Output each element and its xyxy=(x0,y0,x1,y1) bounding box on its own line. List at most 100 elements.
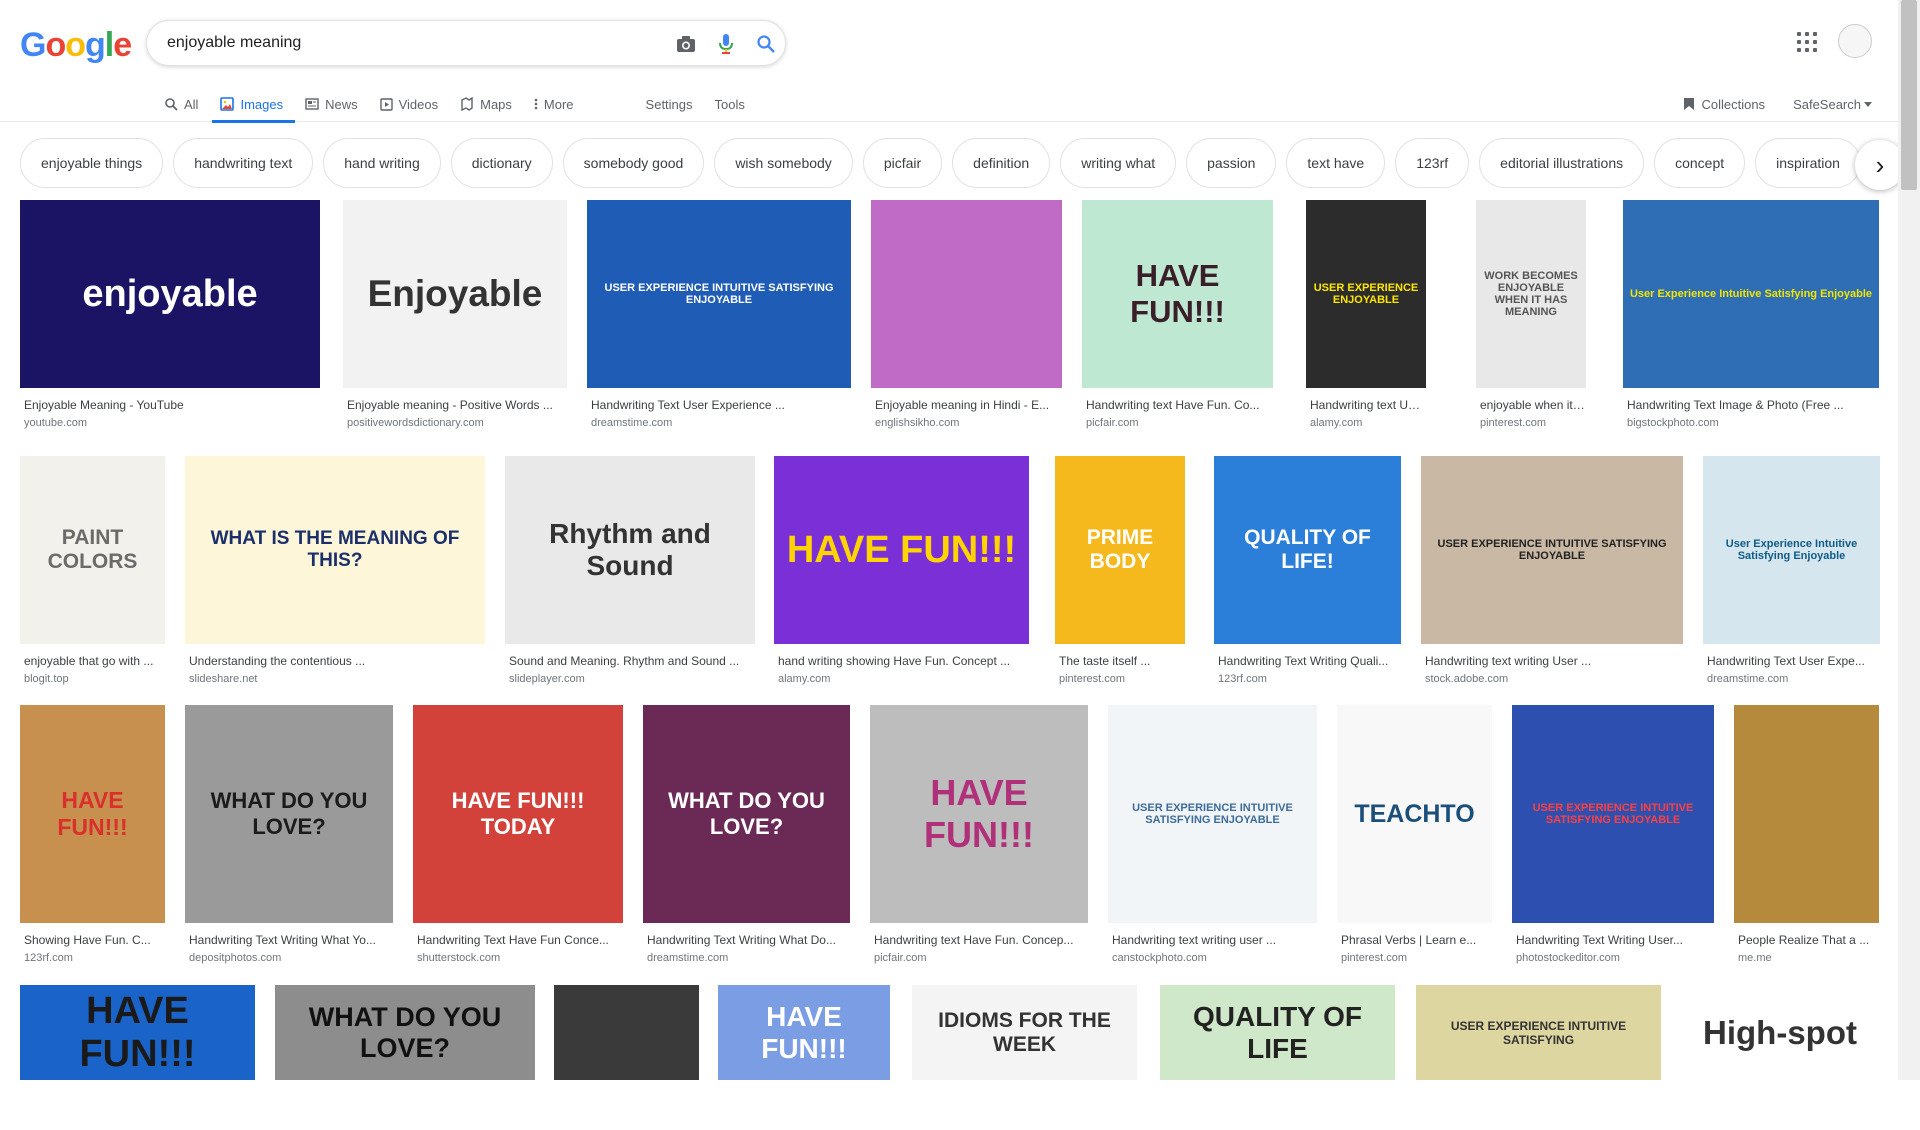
tab-more[interactable]: More xyxy=(534,88,574,120)
result-thumbnail[interactable]: PAINT COLORS xyxy=(20,456,165,644)
result-caption[interactable]: Handwriting Text Writing What Yo... xyxy=(189,933,393,947)
image-result[interactable]: enjoyable Enjoyable Meaning - YouTube yout… xyxy=(20,200,320,438)
result-thumbnail[interactable]: USER EXPERIENCE INTUITIVE SATISFYING ENJ… xyxy=(1108,705,1317,923)
result-thumbnail[interactable]: TEACHTO xyxy=(1337,705,1492,923)
image-result[interactable]: WORK BECOMES ENJOYABLE WHEN IT HAS MEANI… xyxy=(1476,200,1586,438)
result-caption[interactable]: Handwriting Text Writing User... xyxy=(1516,933,1714,947)
image-result[interactable]: People Realize That a ... me.me xyxy=(1734,705,1879,973)
search-input[interactable] xyxy=(167,31,627,55)
result-caption[interactable]: enjoyable that go with ... xyxy=(24,654,165,668)
related-chip[interactable]: text have xyxy=(1286,138,1386,188)
result-caption[interactable]: Understanding the contentious ... xyxy=(189,654,485,668)
result-caption[interactable]: Handwriting text writing User ... xyxy=(1425,654,1683,668)
image-result[interactable]: USER EXPERIENCE INTUITIVE SATISFYING ENJ… xyxy=(1421,456,1683,694)
image-result[interactable]: HAVE FUN!!! Showing Have Fun. C... 123rf.c… xyxy=(20,705,165,973)
result-thumbnail[interactable]: WHAT DO YOU LOVE? xyxy=(185,705,393,923)
result-thumbnail[interactable]: HAVE FUN!!! xyxy=(718,985,890,1080)
result-thumbnail[interactable]: Enjoyable xyxy=(343,200,567,388)
tab-maps[interactable]: Maps xyxy=(460,88,512,120)
related-chip[interactable]: dictionary xyxy=(450,138,553,188)
result-thumbnail[interactable]: WORK BECOMES ENJOYABLE WHEN IT HAS MEANI… xyxy=(1476,200,1586,388)
related-chip[interactable]: hand writing xyxy=(323,138,441,188)
image-result[interactable]: User Experience Intuitive Satisfying Enj… xyxy=(1623,200,1879,438)
safesearch-dropdown[interactable]: SafeSearch xyxy=(1793,97,1872,112)
result-caption[interactable]: Showing Have Fun. C... xyxy=(24,933,165,947)
image-result[interactable]: USER EXPERIENCE INTUITIVE SATISFYING ENJ… xyxy=(1108,705,1317,973)
image-result[interactable]: IDIOMS FOR THE WEEK xyxy=(912,985,1137,1130)
result-thumbnail[interactable]: WHAT DO YOU LOVE? xyxy=(275,985,535,1080)
result-caption[interactable]: Handwriting Text Writing Quali... xyxy=(1218,654,1401,668)
result-thumbnail[interactable]: HAVE FUN!!! xyxy=(1082,200,1273,388)
result-thumbnail[interactable]: User Experience Intuitive Satisfying Enj… xyxy=(1703,456,1880,644)
result-caption[interactable]: Phrasal Verbs | Learn e... xyxy=(1341,933,1492,947)
result-thumbnail[interactable]: User Experience Intuitive Satisfying Enj… xyxy=(1623,200,1879,388)
image-result[interactable]: WHAT IS THE MEANING OF THIS? Understandin… xyxy=(185,456,485,694)
result-thumbnail[interactable]: PRIME BODY xyxy=(1055,456,1185,644)
related-chip[interactable]: passion xyxy=(1186,138,1277,188)
related-chip[interactable]: somebody good xyxy=(562,138,705,188)
result-caption[interactable]: Enjoyable meaning - Positive Words ... xyxy=(347,398,567,412)
result-thumbnail[interactable]: USER EXPERIENCE ENJOYABLE xyxy=(1306,200,1426,388)
image-result[interactable]: PRIME BODY The taste itself ... pinterest.… xyxy=(1055,456,1185,694)
image-result[interactable]: WHAT DO YOU LOVE? Handwriting Text Writin… xyxy=(643,705,850,973)
result-caption[interactable]: Handwriting Text Image & Photo (Free ... xyxy=(1627,398,1879,412)
result-thumbnail[interactable]: HAVE FUN!!! xyxy=(20,985,255,1080)
tools-link[interactable]: Tools xyxy=(715,88,745,120)
account-avatar[interactable] xyxy=(1838,24,1872,58)
related-chip[interactable]: enjoyable things xyxy=(20,138,164,188)
result-caption[interactable]: Handwriting Text User Expe... xyxy=(1707,654,1880,668)
image-result[interactable]: PAINT COLORS enjoyable that go with ... bl… xyxy=(20,456,165,694)
result-caption[interactable]: Handwriting Text User Experience ... xyxy=(591,398,851,412)
image-result[interactable]: Enjoyable Enjoyable meaning - Positive Wo… xyxy=(343,200,567,438)
result-thumbnail[interactable]: USER EXPERIENCE INTUITIVE SATISFYING xyxy=(1416,985,1661,1080)
image-result[interactable]: USER EXPERIENCE INTUITIVE SATISFYING ENJ… xyxy=(1512,705,1714,973)
related-chip[interactable]: wish somebody xyxy=(714,138,853,188)
related-chip[interactable]: definition xyxy=(952,138,1051,188)
image-result[interactable]: Rhythm and Sound Sound and Meaning. Rhyth… xyxy=(505,456,755,694)
image-result[interactable]: WHAT DO YOU LOVE? xyxy=(275,985,535,1130)
result-thumbnail[interactable]: IDIOMS FOR THE WEEK xyxy=(912,985,1137,1080)
result-caption[interactable]: Sound and Meaning. Rhythm and Sound ... xyxy=(509,654,755,668)
image-result[interactable]: WHAT DO YOU LOVE? Handwriting Text Writin… xyxy=(185,705,393,973)
image-result[interactable]: User Experience Intuitive Satisfying Enj… xyxy=(1703,456,1880,694)
image-result[interactable]: QUALITY OF LIFE! Handwriting Text Writing… xyxy=(1214,456,1401,694)
search-icon[interactable] xyxy=(755,33,777,55)
result-thumbnail[interactable] xyxy=(871,200,1062,388)
settings-link[interactable]: Settings xyxy=(646,88,693,120)
camera-icon[interactable] xyxy=(675,33,697,55)
related-chip[interactable]: picfair xyxy=(862,138,943,188)
image-result[interactable]: HAVE FUN!!! hand writing showing Have Fun… xyxy=(774,456,1029,694)
image-result[interactable]: USER EXPERIENCE INTUITIVE SATISFYING ENJ… xyxy=(587,200,851,438)
result-caption[interactable]: Enjoyable Meaning - YouTube xyxy=(24,398,320,412)
result-caption[interactable]: Handwriting text Have Fun. Concep... xyxy=(874,933,1088,947)
image-result[interactable] xyxy=(554,985,699,1130)
result-thumbnail[interactable]: USER EXPERIENCE INTUITIVE SATISFYING ENJ… xyxy=(1421,456,1683,644)
result-thumbnail[interactable] xyxy=(1734,705,1879,923)
result-caption[interactable]: People Realize That a ... xyxy=(1738,933,1879,947)
image-result[interactable]: HAVE FUN!!! xyxy=(20,985,255,1130)
result-caption[interactable]: Handwriting text writing user ... xyxy=(1112,933,1317,947)
apps-grid-icon[interactable] xyxy=(1795,30,1819,54)
image-result[interactable]: USER EXPERIENCE INTUITIVE SATISFYING xyxy=(1416,985,1661,1130)
related-chip[interactable]: 123rf xyxy=(1395,138,1470,188)
result-thumbnail[interactable]: USER EXPERIENCE INTUITIVE SATISFYING ENJ… xyxy=(1512,705,1714,923)
image-result[interactable]: TEACHTO Phrasal Verbs | Learn e... pintere… xyxy=(1337,705,1492,973)
result-thumbnail[interactable]: WHAT DO YOU LOVE? xyxy=(643,705,850,923)
result-caption[interactable]: hand writing showing Have Fun. Concept .… xyxy=(778,654,1029,668)
tab-images[interactable]: Images xyxy=(212,88,295,123)
result-caption[interactable]: Handwriting Text Writing What Do... xyxy=(647,933,850,947)
result-thumbnail[interactable] xyxy=(554,985,699,1080)
result-thumbnail[interactable]: QUALITY OF LIFE! xyxy=(1214,456,1401,644)
image-result[interactable]: HAVE FUN!!! TODAY Handwriting Text Have F… xyxy=(413,705,623,973)
result-thumbnail[interactable]: WHAT IS THE MEANING OF THIS? xyxy=(185,456,485,644)
image-result[interactable]: QUALITY OF LIFE xyxy=(1160,985,1395,1130)
result-caption[interactable]: Handwriting text Have Fun. Co... xyxy=(1086,398,1273,412)
image-result[interactable]: Enjoyable meaning in Hindi - E... english… xyxy=(871,200,1062,438)
tab-videos[interactable]: Videos xyxy=(379,88,438,120)
tab-news[interactable]: News xyxy=(305,88,358,120)
image-result[interactable]: HAVE FUN!!! Handwriting text Have Fun. Co… xyxy=(870,705,1088,973)
related-chip[interactable]: editorial illustrations xyxy=(1479,138,1645,188)
result-thumbnail[interactable]: HAVE FUN!!! xyxy=(774,456,1029,644)
related-chip[interactable]: handwriting text xyxy=(173,138,314,188)
result-thumbnail[interactable]: HAVE FUN!!! xyxy=(870,705,1088,923)
